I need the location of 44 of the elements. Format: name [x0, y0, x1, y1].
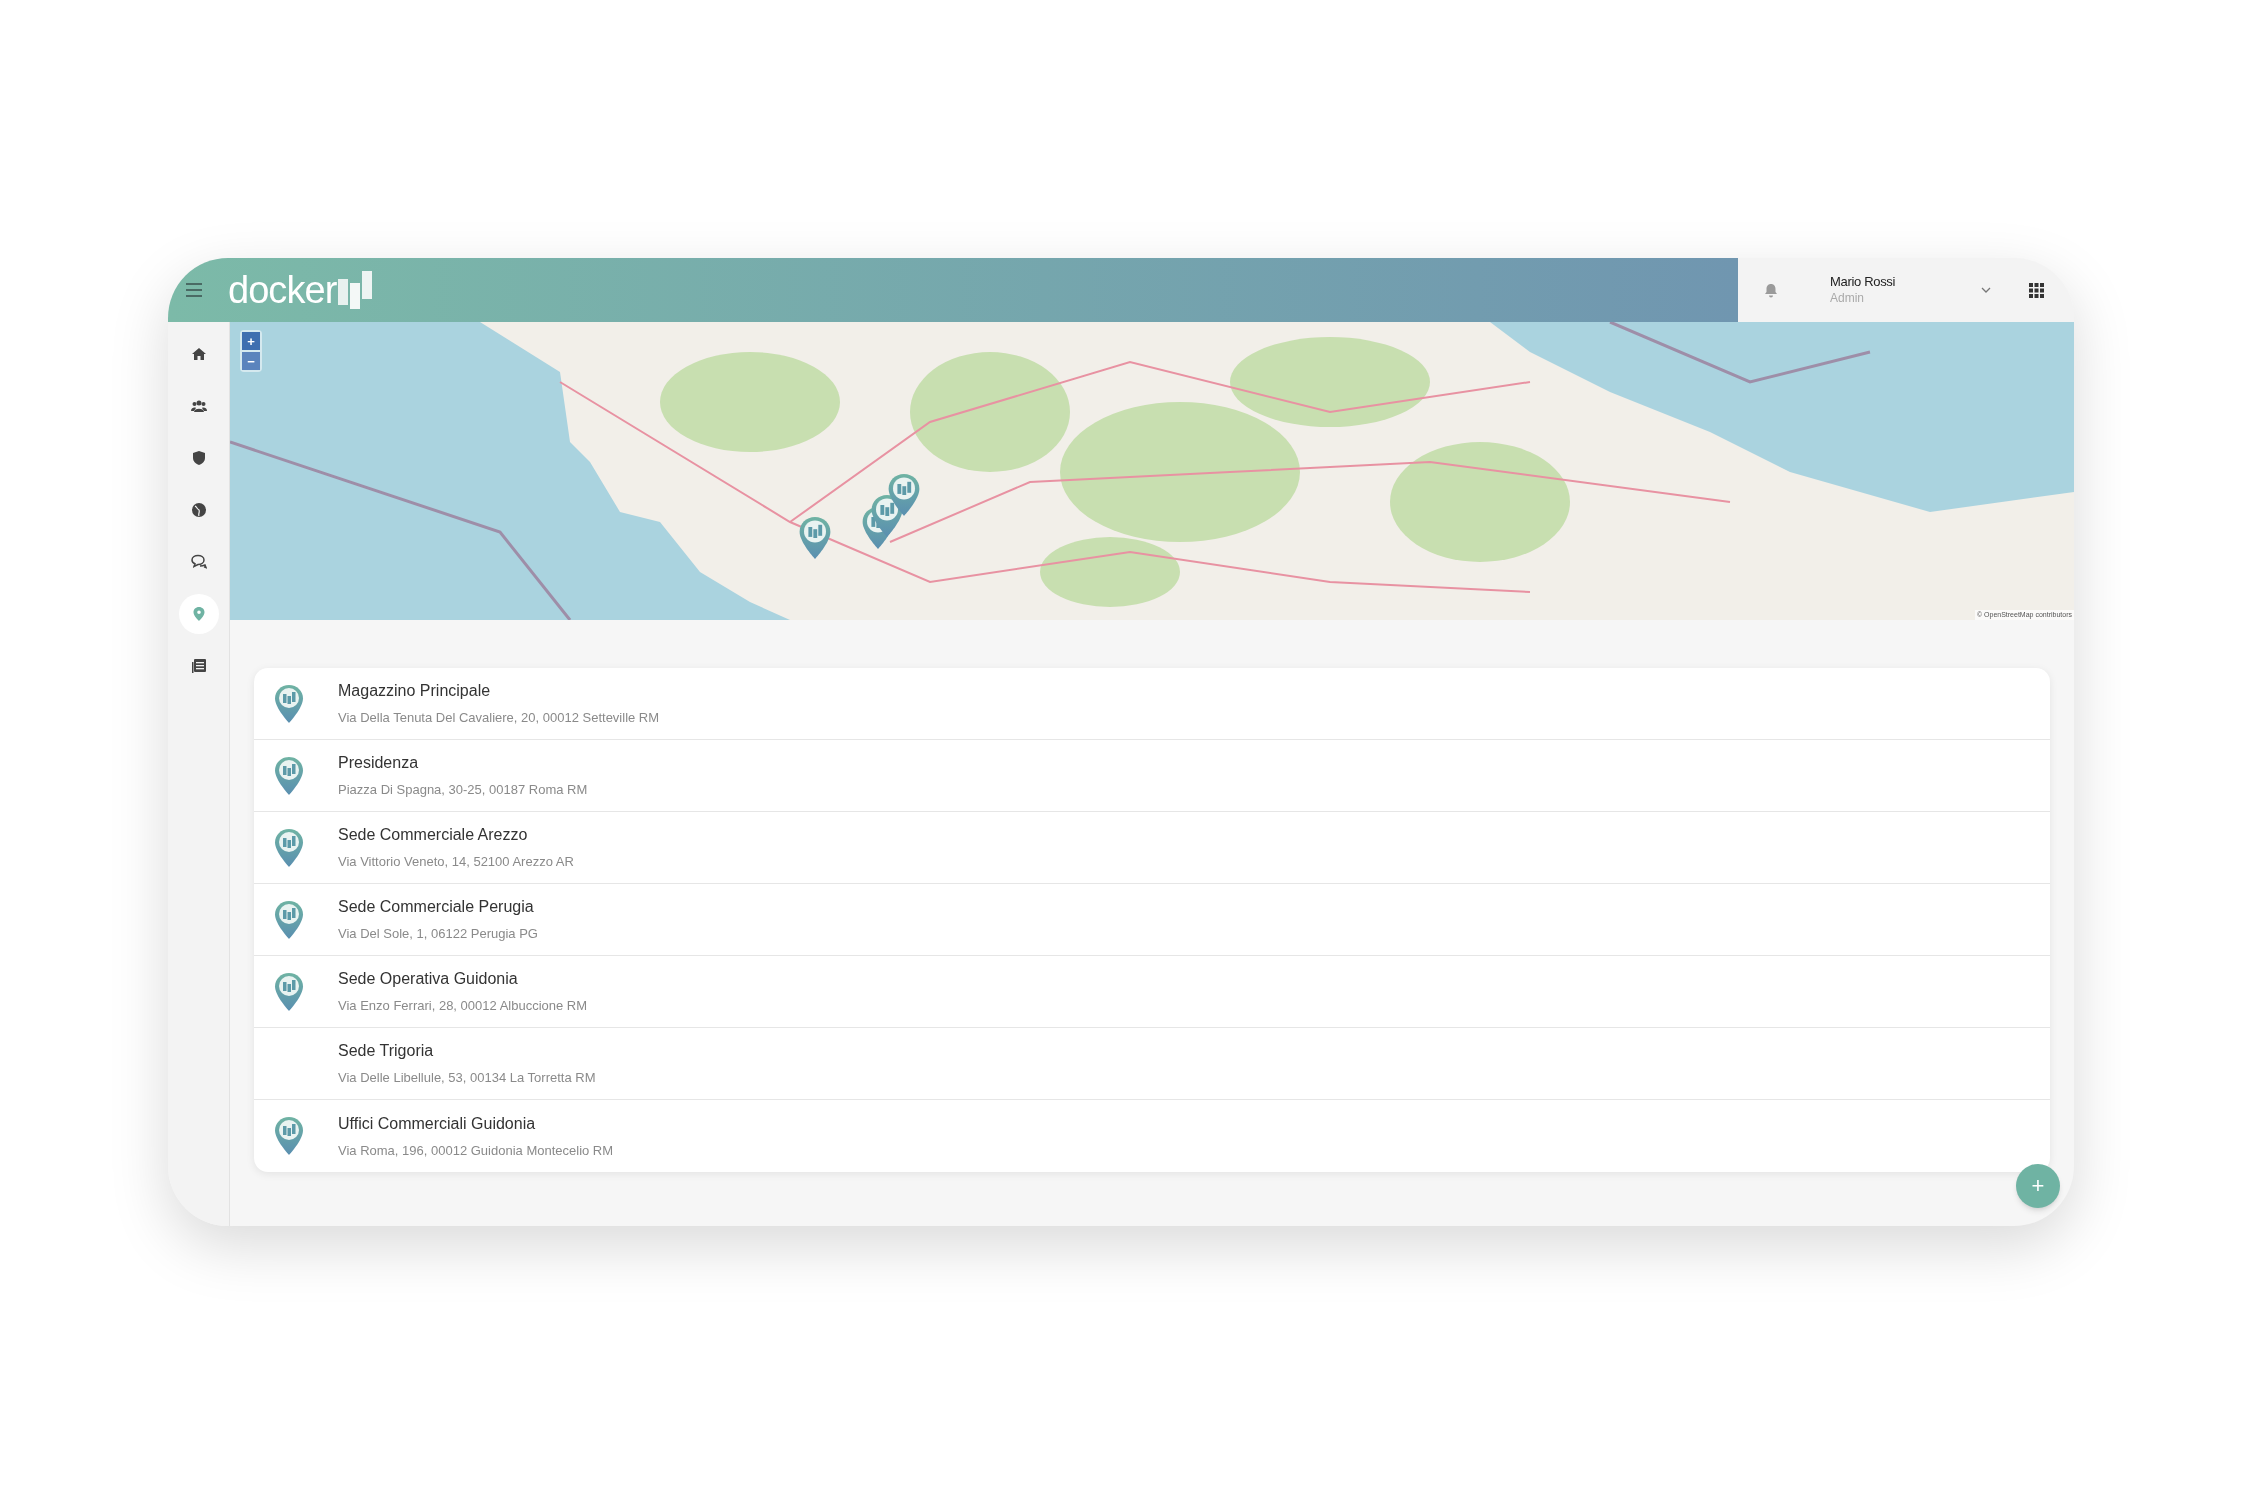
- location-address: Via Enzo Ferrari, 28, 00012 Albuccione RM: [338, 997, 588, 1016]
- users-icon: [190, 398, 207, 414]
- logo-text: docker: [228, 271, 337, 309]
- location-name: Sede Trigoria: [338, 1041, 435, 1062]
- map-marker-icon: [798, 516, 832, 560]
- location-pin-icon: [274, 683, 304, 724]
- location-pin-icon: [274, 899, 304, 940]
- location-row[interactable]: Magazzino Principale Via Della Tenuta Del Cavaliere, 20, 00012 Setteville RM: [254, 668, 2050, 740]
- location-pin-icon: [274, 827, 304, 868]
- location-row[interactable]: Sede Operativa Guidonia Via Enzo Ferrari, 28, 00012 Albuccione RM: [254, 956, 2050, 1028]
- location-name: Sede Operativa Guidonia: [338, 969, 519, 990]
- user-role: Admin: [1830, 290, 1865, 306]
- document-icon: [190, 658, 207, 674]
- location-address: Via Roma, 196, 00012 Guidonia Montecelio RM: [338, 1141, 614, 1160]
- location-pin-icon: [274, 755, 304, 796]
- location-row[interactable]: Presidenza Piazza Di Spagna, 30-25, 00187 Roma RM: [254, 740, 2050, 812]
- location-name: Sede Commerciale Perugia: [338, 897, 535, 918]
- menu-icon[interactable]: [186, 283, 202, 297]
- location-name: Uffici Commerciali Guidonia: [338, 1113, 537, 1134]
- apps-grid-icon[interactable]: [2029, 282, 2044, 298]
- shield-icon: [190, 450, 207, 466]
- home-icon: [190, 346, 207, 362]
- location-pin-icon: [274, 1116, 304, 1156]
- location-row[interactable]: Sede Commerciale Perugia Via Del Sole, 1, 06122 Perugia PG: [254, 884, 2050, 956]
- user-name: Mario Rossi: [1830, 274, 1896, 291]
- location-pin-icon: [274, 971, 304, 1012]
- location-name: Sede Commerciale Arezzo: [338, 825, 529, 846]
- globe-icon: [190, 502, 207, 518]
- chat-bubbles-icon: [190, 554, 207, 570]
- location-address: Via Del Sole, 1, 06122 Perugia PG: [338, 925, 538, 944]
- chevron-down-icon[interactable]: [1981, 287, 1991, 293]
- location-address: Via Delle Libellule, 53, 00134 La Torretta RM: [338, 1069, 596, 1088]
- location-name: Presidenza: [338, 753, 420, 774]
- logo-bars-icon: [338, 271, 375, 309]
- zoom-out-button[interactable]: −: [242, 352, 260, 370]
- location-address: Piazza Di Spagna, 30-25, 00187 Roma RM: [338, 781, 588, 800]
- location-row[interactable]: Sede Trigoria Via Delle Libellule, 53, 00134 La Torretta RM: [254, 1028, 2050, 1100]
- zoom-in-button[interactable]: +: [242, 332, 260, 350]
- map-marker-icon: [887, 473, 921, 517]
- location-address: Via Della Tenuta Del Cavaliere, 20, 00012 Setteville RM: [338, 709, 660, 728]
- location-name: Magazzino Principale: [338, 681, 492, 702]
- location-address: Via Vittorio Veneto, 14, 52100 Arezzo AR: [338, 853, 574, 872]
- location-row[interactable]: Sede Commerciale Arezzo Via Vittorio Veneto, 14, 52100 Arezzo AR: [254, 812, 2050, 884]
- bell-icon[interactable]: [1764, 282, 1778, 298]
